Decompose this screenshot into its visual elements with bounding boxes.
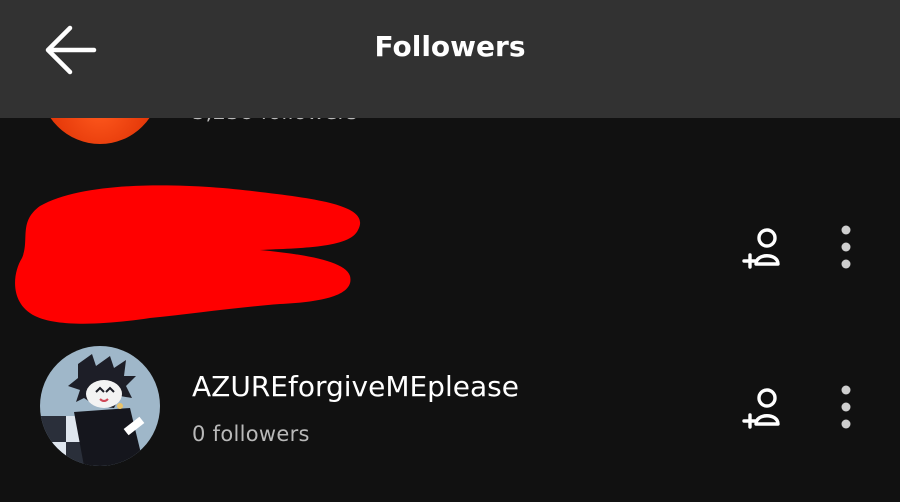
- more-options-button[interactable]: [826, 218, 866, 278]
- avatar-image: [40, 346, 160, 466]
- page-title: Followers: [374, 30, 526, 63]
- app-header: Followers: [0, 0, 900, 118]
- more-options-button[interactable]: [826, 378, 866, 438]
- list-item[interactable]: [0, 178, 900, 324]
- more-vertical-icon: [841, 225, 851, 269]
- followers-screen: 3,238 followers: [0, 0, 900, 502]
- follower-count: 0 followers: [192, 422, 310, 446]
- user-name[interactable]: AZUREforgiveMEplease: [192, 370, 519, 403]
- list-item[interactable]: AZUREforgiveMEplease 0 followers: [0, 340, 900, 480]
- add-friend-button[interactable]: [736, 380, 792, 436]
- add-friend-icon: [742, 228, 780, 269]
- add-friend-icon: [742, 388, 780, 429]
- avatar[interactable]: [40, 346, 160, 466]
- more-vertical-icon: [841, 385, 851, 429]
- redaction-scribble: [15, 185, 361, 324]
- add-friend-button[interactable]: [736, 220, 792, 276]
